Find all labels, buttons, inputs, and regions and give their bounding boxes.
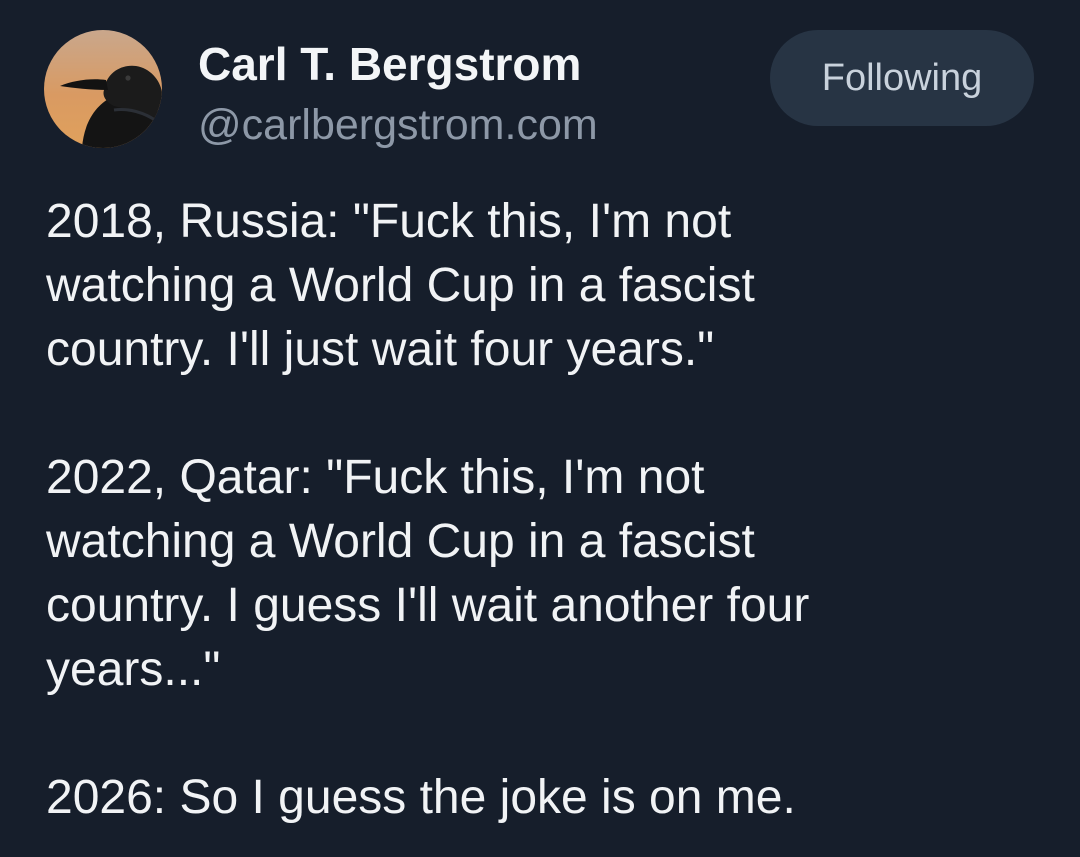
following-button[interactable]: Following <box>770 30 1034 126</box>
crow-avatar-icon <box>44 30 162 148</box>
avatar[interactable] <box>44 30 162 148</box>
post-paragraph: 2018, Russia: "Fuck this, I'm not watchi… <box>46 195 755 376</box>
post-text: 2018, Russia: "Fuck this, I'm not watchi… <box>46 190 1046 830</box>
post-paragraph: 2026: So I guess the joke is on me. <box>46 771 796 824</box>
post-paragraph: 2022, Qatar: "Fuck this, I'm not watchin… <box>46 451 810 696</box>
post-card: Carl T. Bergstrom @carlbergstrom.com Fol… <box>0 0 1080 857</box>
author-name[interactable]: Carl T. Bergstrom <box>198 36 581 92</box>
author-handle[interactable]: @carlbergstrom.com <box>198 98 598 152</box>
